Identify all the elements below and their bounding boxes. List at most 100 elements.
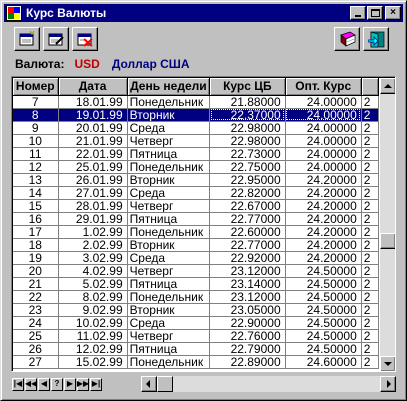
cell-cb-rate[interactable]: 23.12000 [209,264,286,278]
cell-wholesale-rate[interactable]: 24.60000 [285,355,362,369]
cell-cb-rate[interactable]: 21.88000 [209,95,286,109]
cell-cb-rate[interactable]: 22.98000 [209,134,286,148]
book-button[interactable] [334,27,360,51]
cell-number[interactable]: 11 [13,147,59,161]
cell-wholesale-rate[interactable]: 24.00000 [285,95,362,109]
title-bar[interactable]: Курс Валюты × [4,4,403,22]
cell-wholesale-rate[interactable]: 24.00000 [285,108,362,122]
cell-date[interactable]: 19.01.99 [58,108,128,122]
column-header-date[interactable]: Дата [58,78,128,96]
cell-extra[interactable]: 2 [361,303,379,317]
table-row[interactable]: 7 18.01.99 Понедельник 21.88000 24.00000 2 [13,95,379,109]
add-record-button[interactable] [14,27,40,51]
table-row[interactable]: 27 15.02.99 Понедельник 22.89000 24.60000 2 [13,355,379,369]
cell-weekday[interactable]: Пятница [127,342,211,356]
nav-prior-button[interactable]: ◀ [38,377,50,391]
cell-wholesale-rate[interactable]: 24.00000 [285,134,362,148]
vertical-scroll-thumb[interactable] [380,233,395,249]
cell-number[interactable]: 16 [13,212,59,226]
cell-weekday[interactable]: Вторник [127,108,211,122]
cell-wholesale-rate[interactable]: 24.50000 [285,264,362,278]
cell-weekday[interactable]: Среда [127,316,211,330]
cell-date[interactable]: 1.02.99 [58,225,128,239]
cell-number[interactable]: 24 [13,316,59,330]
table-row[interactable]: 8 19.01.99 Вторник 22.37000 24.00000 2 [13,108,379,122]
cell-date[interactable]: 8.02.99 [58,290,128,304]
cell-cb-rate[interactable]: 22.89000 [209,355,286,369]
nav-next-button[interactable]: ▶ [64,377,76,391]
cell-cb-rate[interactable]: 22.73000 [209,147,286,161]
edit-record-button[interactable] [43,27,69,51]
cell-date[interactable]: 5.02.99 [58,277,128,291]
cell-cb-rate[interactable]: 22.75000 [209,160,286,174]
cell-weekday[interactable]: Пятница [127,212,211,226]
cell-cb-rate[interactable]: 22.77000 [209,238,286,252]
cell-weekday[interactable]: Четверг [127,199,211,213]
table-row[interactable]: 26 12.02.99 Пятница 22.79000 24.50000 2 [13,342,379,356]
cell-extra[interactable]: 2 [361,316,379,330]
cell-number[interactable]: 21 [13,277,59,291]
cell-wholesale-rate[interactable]: 24.20000 [285,251,362,265]
cell-number[interactable]: 14 [13,186,59,200]
cell-number[interactable]: 17 [13,225,59,239]
cell-weekday[interactable]: Вторник [127,238,211,252]
cell-extra[interactable]: 2 [361,173,379,187]
cell-wholesale-rate[interactable]: 24.20000 [285,199,362,213]
cell-extra[interactable]: 2 [361,212,379,226]
table-row[interactable]: 9 20.01.99 Среда 22.98000 24.00000 2 [13,121,379,135]
cell-cb-rate[interactable]: 22.95000 [209,173,286,187]
cell-weekday[interactable]: Среда [127,186,211,200]
cell-cb-rate[interactable]: 23.12000 [209,290,286,304]
minimize-button[interactable] [350,6,366,20]
cell-wholesale-rate[interactable]: 24.50000 [285,329,362,343]
cell-date[interactable]: 11.02.99 [58,329,128,343]
cell-cb-rate[interactable]: 22.98000 [209,121,286,135]
table-row[interactable]: 15 28.01.99 Четверг 22.67000 24.20000 2 [13,199,379,213]
cell-extra[interactable]: 2 [361,147,379,161]
cell-number[interactable]: 7 [13,95,59,109]
cell-date[interactable]: 3.02.99 [58,251,128,265]
cell-date[interactable]: 27.01.99 [58,186,128,200]
cell-weekday[interactable]: Понедельник [127,160,211,174]
cell-extra[interactable]: 2 [361,342,379,356]
cell-date[interactable]: 15.02.99 [58,355,128,369]
scroll-down-button[interactable] [380,356,395,371]
table-row[interactable]: 21 5.02.99 Пятница 23.14000 24.50000 2 [13,277,379,291]
cell-number[interactable]: 13 [13,173,59,187]
vertical-scrollbar[interactable] [380,78,395,371]
cell-wholesale-rate[interactable]: 24.50000 [285,342,362,356]
cell-date[interactable]: 10.02.99 [58,316,128,330]
nav-next-page-button[interactable]: ▶▶ [77,377,89,391]
table-row[interactable]: 12 25.01.99 Понедельник 22.75000 24.00000 2 [13,160,379,174]
cell-number[interactable]: 12 [13,160,59,174]
table-row[interactable]: 25 11.02.99 Четверг 22.76000 24.50000 2 [13,329,379,343]
delete-record-button[interactable] [72,27,98,51]
cell-number[interactable]: 19 [13,251,59,265]
cell-extra[interactable]: 2 [361,95,379,109]
cell-extra[interactable]: 2 [361,251,379,265]
cell-extra[interactable]: 2 [361,121,379,135]
cell-date[interactable]: 26.01.99 [58,173,128,187]
cell-date[interactable]: 9.02.99 [58,303,128,317]
cell-wholesale-rate[interactable]: 24.00000 [285,121,362,135]
table-row[interactable]: 23 9.02.99 Вторник 23.05000 24.50000 2 [13,303,379,317]
cell-extra[interactable]: 2 [361,264,379,278]
cell-number[interactable]: 18 [13,238,59,252]
cell-cb-rate[interactable]: 23.14000 [209,277,286,291]
cell-weekday[interactable]: Вторник [127,173,211,187]
table-row[interactable]: 24 10.02.99 Среда 22.90000 24.50000 2 [13,316,379,330]
table-row[interactable]: 13 26.01.99 Вторник 22.95000 24.20000 2 [13,173,379,187]
cell-weekday[interactable]: Среда [127,121,211,135]
cell-wholesale-rate[interactable]: 24.50000 [285,303,362,317]
nav-first-button[interactable]: |◀ [12,377,24,391]
cell-number[interactable]: 20 [13,264,59,278]
cell-date[interactable]: 4.02.99 [58,264,128,278]
scroll-left-button[interactable] [141,376,157,392]
cell-extra[interactable]: 2 [361,186,379,200]
cell-wholesale-rate[interactable]: 24.50000 [285,316,362,330]
cell-weekday[interactable]: Понедельник [127,225,211,239]
cell-extra[interactable]: 2 [361,290,379,304]
cell-number[interactable]: 8 [13,108,59,122]
cell-date[interactable]: 28.01.99 [58,199,128,213]
column-header-weekday[interactable]: День недели [127,78,211,96]
